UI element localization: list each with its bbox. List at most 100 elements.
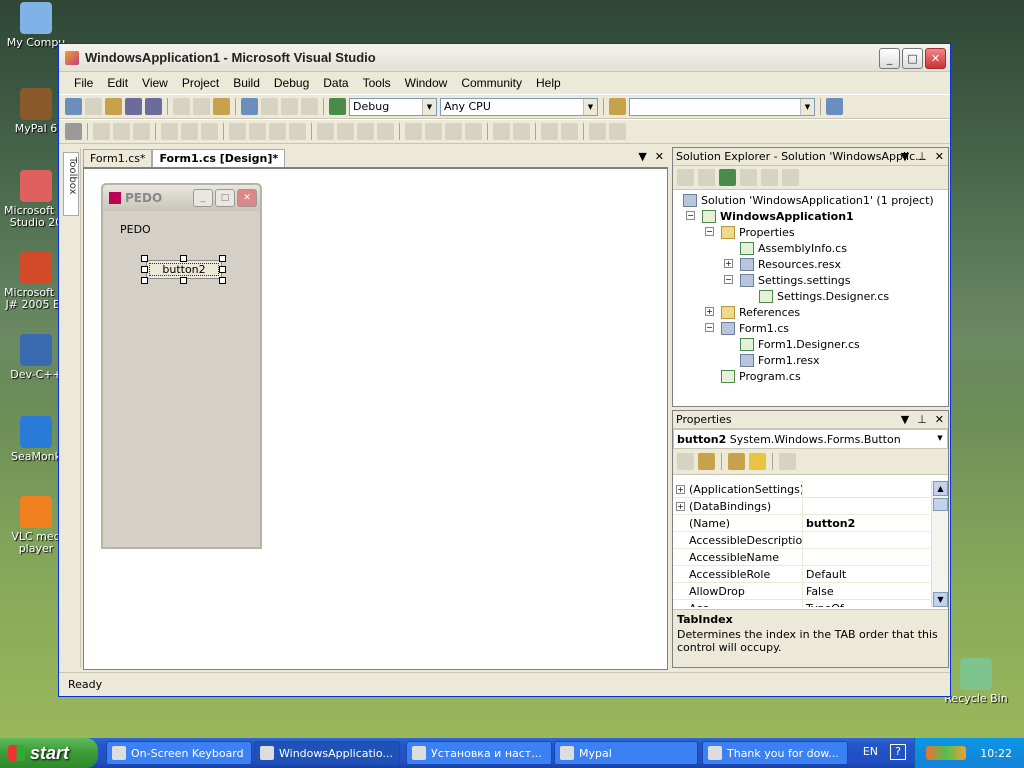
menu-item-community[interactable]: Community [454,76,529,90]
solution-explorer-icon[interactable] [826,98,843,115]
menu-item-tools[interactable]: Tools [356,76,398,90]
properties-icon[interactable] [677,169,694,186]
tree-item[interactable]: Solution 'WindowsApplication1' (1 projec… [683,192,934,208]
title-bar[interactable]: WindowsApplication1 - Microsoft Visual S… [59,44,950,72]
categorized-icon[interactable] [677,453,694,470]
property-pages-icon[interactable] [779,453,796,470]
expand-icon[interactable]: + [676,485,685,494]
property-row[interactable]: Acc TypeOf [673,600,930,607]
align-lefts-icon[interactable] [93,123,110,140]
collapse-icon[interactable]: − [705,227,714,236]
help-icon[interactable]: ? [890,744,906,760]
menu-item-window[interactable]: Window [398,76,455,90]
align-centers-icon[interactable] [113,123,130,140]
align-tops-icon[interactable] [161,123,178,140]
make-same-size-icon[interactable] [289,123,306,140]
menu-item-build[interactable]: Build [226,76,267,90]
menu-item-project[interactable]: Project [175,76,226,90]
alphabetical-icon[interactable] [698,453,715,470]
menu-item-debug[interactable]: Debug [267,76,316,90]
tree-item[interactable]: − WindowsApplication1 [686,208,854,224]
property-value[interactable] [803,481,930,497]
align-middles-icon[interactable] [181,123,198,140]
tree-item[interactable]: + References [705,304,800,320]
new-project-icon[interactable] [65,98,82,115]
vertical-spacing-remove-icon[interactable] [465,123,482,140]
pin-icon[interactable]: ⊥ [917,413,927,426]
align-to-grid-icon[interactable] [65,123,82,140]
close-button[interactable]: ✕ [925,48,946,69]
scroll-up-icon[interactable]: ▲ [933,481,948,496]
collapse-icon[interactable]: − [686,211,695,220]
tree-item[interactable]: Program.cs [721,368,801,384]
find-combo[interactable]: ▼ [629,97,815,116]
language-indicator[interactable]: EN [863,745,878,758]
resize-handle[interactable] [219,266,226,273]
pin-icon[interactable]: ⊥ [917,150,927,163]
chevron-down-icon[interactable]: ▼ [422,98,436,115]
property-value[interactable]: button2 [803,515,930,531]
solution-configuration-select[interactable]: Debug ▼ [349,97,437,116]
taskbar-button[interactable]: On-Screen Keyboard [106,741,252,765]
scroll-thumb[interactable] [933,498,948,511]
horizontal-spacing-equal-icon[interactable] [317,123,334,140]
vertical-spacing-increase-icon[interactable] [425,123,442,140]
properties-view-icon[interactable] [728,453,745,470]
solution-explorer-header[interactable]: Solution Explorer - Solution 'WindowsApp… [673,148,948,166]
property-grid-scrollbar[interactable]: ▲ ▼ [931,481,948,607]
window-position-icon[interactable]: ▼ [901,150,909,163]
chevron-down-icon[interactable]: ▼ [583,98,597,115]
vertical-spacing-decrease-icon[interactable] [445,123,462,140]
save-icon[interactable] [125,98,142,115]
horizontal-spacing-increase-icon[interactable] [337,123,354,140]
tree-item[interactable]: − Form1.cs [705,320,789,336]
refresh-icon[interactable] [719,169,736,186]
add-item-icon[interactable] [85,98,102,115]
start-button[interactable]: start [0,738,98,768]
open-file-icon[interactable] [105,98,122,115]
expand-icon[interactable]: + [676,502,685,511]
property-row[interactable]: AccessibleName [673,549,930,566]
form-designer-surface[interactable]: PEDO _ □ ✕ PEDO button2 [83,168,668,670]
taskbar-button[interactable]: Thank you for dow... [702,741,848,765]
menu-item-help[interactable]: Help [529,76,568,90]
view-class-diagram-icon[interactable] [782,169,799,186]
active-files-dropdown-icon[interactable]: ▼ [638,150,646,163]
chevron-down-icon[interactable]: ▼ [933,430,947,446]
property-row[interactable]: + (DataBindings) [673,498,930,515]
toolbox-tab[interactable]: Toolbox [63,152,79,216]
horizontal-spacing-remove-icon[interactable] [377,123,394,140]
menu-item-file[interactable]: File [67,76,100,90]
make-same-height-icon[interactable] [269,123,286,140]
redo-icon[interactable] [261,98,278,115]
maximize-button[interactable]: □ [902,48,923,69]
collapse-icon[interactable]: − [724,275,733,284]
align-bottoms-icon[interactable] [201,123,218,140]
property-row[interactable]: AllowDrop False [673,583,930,600]
undo-icon[interactable] [241,98,258,115]
send-to-back-icon[interactable] [561,123,578,140]
chevron-down-icon[interactable]: ▼ [800,98,814,115]
resize-handle[interactable] [141,266,148,273]
find-in-files-icon[interactable] [609,98,626,115]
scroll-down-icon[interactable]: ▼ [933,592,948,607]
expand-icon[interactable]: + [705,307,714,316]
events-lightning-icon[interactable] [749,453,766,470]
taskbar-button[interactable]: WindowsApplicatio... [254,741,400,765]
menu-item-edit[interactable]: Edit [100,76,135,90]
collapse-icon[interactable]: − [705,323,714,332]
resize-handle[interactable] [180,277,187,284]
properties-header[interactable]: Properties ▼ ⊥ ✕ [673,411,948,429]
close-panel-icon[interactable]: ✕ [935,150,944,163]
center-vertically-icon[interactable] [513,123,530,140]
property-value[interactable] [803,549,930,565]
paste-icon[interactable] [213,98,230,115]
lock-controls-icon[interactable] [609,123,626,140]
navigate-forward-icon[interactable] [301,98,318,115]
minimize-button[interactable]: _ [879,48,900,69]
copy-icon[interactable] [193,98,210,115]
window-position-icon[interactable]: ▼ [901,413,909,426]
size-to-grid-icon[interactable] [249,123,266,140]
start-debugging-icon[interactable] [329,98,346,115]
taskbar-button[interactable]: Установка и наст... [406,741,552,765]
